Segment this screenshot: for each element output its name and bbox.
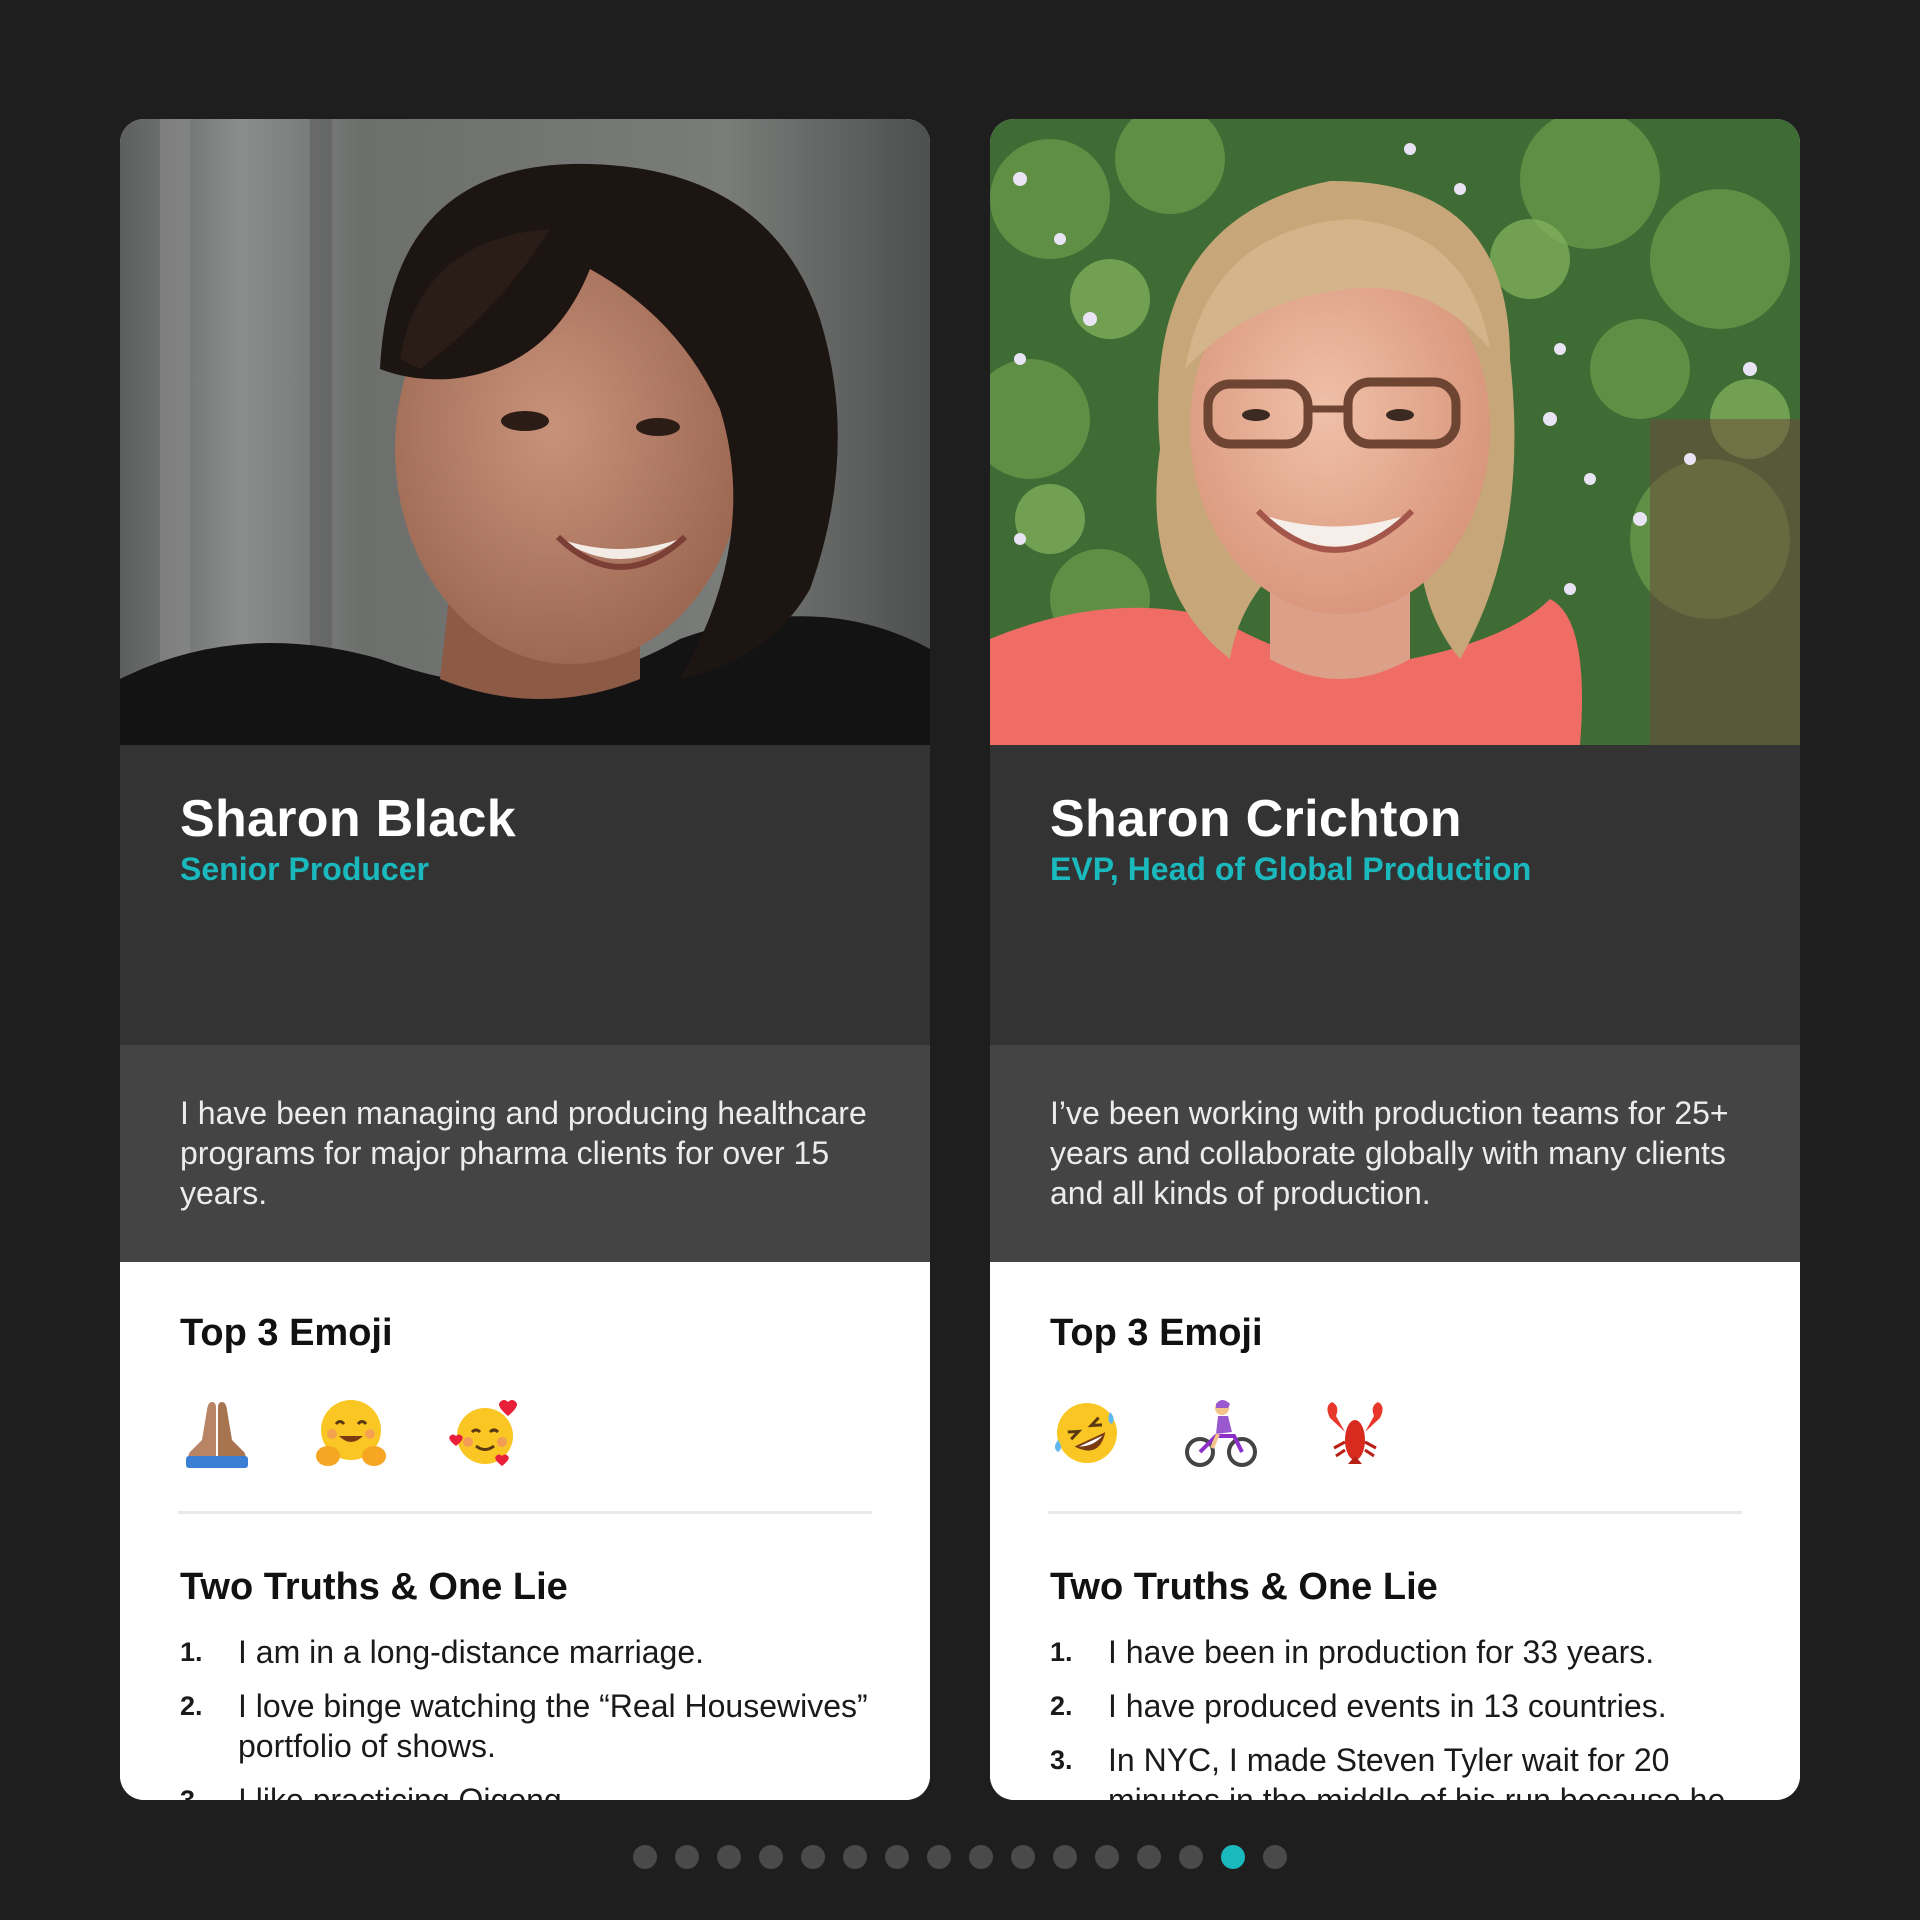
item-number: 3.	[180, 1785, 203, 1800]
list-item: 3. In NYC, I made Steven Tyler wait for 2…	[1050, 1740, 1750, 1800]
pagination-dot[interactable]	[885, 1845, 909, 1869]
item-text: I am in a long-distance marriage.	[238, 1634, 704, 1670]
truths-list: 1. I am in a long-distance marriage. 2. I …	[180, 1632, 880, 1800]
emoji-heading: Top 3 Emoji	[180, 1312, 393, 1354]
pagination-dot[interactable]	[717, 1845, 741, 1869]
hugging-face-icon	[314, 1396, 388, 1470]
pagination-dot[interactable]	[633, 1845, 657, 1869]
person-title: Senior Producer	[180, 851, 429, 887]
item-text: I like practicing Qigong.	[238, 1782, 571, 1800]
folded-hands-icon	[180, 1396, 254, 1470]
truths-heading: Two Truths & One Lie	[1050, 1566, 1438, 1608]
list-item: 2. I have produced events in 13 countries…	[1050, 1686, 1750, 1726]
item-number: 3.	[1050, 1745, 1073, 1775]
pagination-dot[interactable]	[1179, 1845, 1203, 1869]
emoji-heading: Top 3 Emoji	[1050, 1312, 1263, 1354]
rolling-on-floor-laughing-icon	[1050, 1396, 1124, 1470]
profile-card-sharon-crichton: Sharon Crichton EVP, Head of Global Prod…	[990, 119, 1800, 1800]
item-text: In NYC, I made Steven Tyler wait for 20 …	[1108, 1742, 1726, 1800]
section-divider	[178, 1511, 872, 1514]
item-text: I have been in production for 33 years.	[1108, 1634, 1655, 1670]
pagination-dot[interactable]	[1011, 1845, 1035, 1869]
carousel-pagination	[0, 1845, 1920, 1871]
pagination-dot[interactable]	[927, 1845, 951, 1869]
bio-panel: I’ve been working with production teams …	[990, 1045, 1800, 1262]
list-item: 2. I love binge watching the “Real Housew…	[180, 1686, 880, 1766]
item-number: 1.	[180, 1637, 203, 1667]
list-item: 1. I have been in production for 33 years…	[1050, 1632, 1750, 1672]
profile-card-sharon-black: Sharon Black Senior Producer I have been…	[120, 119, 930, 1800]
pagination-dot-active[interactable]	[1221, 1845, 1245, 1869]
card-details: Top 3 Emoji	[990, 1262, 1800, 1800]
pagination-dot[interactable]	[801, 1845, 825, 1869]
list-item: 1. I am in a long-distance marriage.	[180, 1632, 880, 1672]
bio-text: I have been managing and producing healt…	[180, 1095, 867, 1211]
pagination-dot[interactable]	[843, 1845, 867, 1869]
smiling-face-with-hearts-icon	[448, 1396, 522, 1470]
person-name: Sharon Crichton	[1050, 790, 1462, 848]
item-text: I love binge watching the “Real Housewiv…	[238, 1688, 868, 1764]
lobster-icon	[1318, 1396, 1392, 1470]
truths-list: 1. I have been in production for 33 years…	[1050, 1632, 1750, 1800]
pagination-dot[interactable]	[1053, 1845, 1077, 1869]
item-number: 2.	[1050, 1691, 1073, 1721]
woman-biking-icon	[1184, 1396, 1258, 1470]
truths-heading: Two Truths & One Lie	[180, 1566, 568, 1608]
item-number: 2.	[180, 1691, 203, 1721]
pagination-dot[interactable]	[1137, 1845, 1161, 1869]
card-details: Top 3 Emoji	[120, 1262, 930, 1800]
profile-photo	[990, 119, 1800, 745]
list-item: 3. I like practicing Qigong.	[180, 1780, 880, 1800]
pagination-dot[interactable]	[759, 1845, 783, 1869]
item-number: 1.	[1050, 1637, 1073, 1667]
pagination-dot[interactable]	[1095, 1845, 1119, 1869]
person-title: EVP, Head of Global Production	[1050, 851, 1532, 887]
bio-text: I’ve been working with production teams …	[1050, 1095, 1729, 1211]
bio-panel: I have been managing and producing healt…	[120, 1045, 930, 1262]
item-text: I have produced events in 13 countries.	[1108, 1688, 1667, 1724]
pagination-dot[interactable]	[675, 1845, 699, 1869]
pagination-dot[interactable]	[969, 1845, 993, 1869]
section-divider	[1048, 1511, 1742, 1514]
profile-photo	[120, 119, 930, 745]
person-name: Sharon Black	[180, 790, 516, 848]
pagination-dot[interactable]	[1263, 1845, 1287, 1869]
